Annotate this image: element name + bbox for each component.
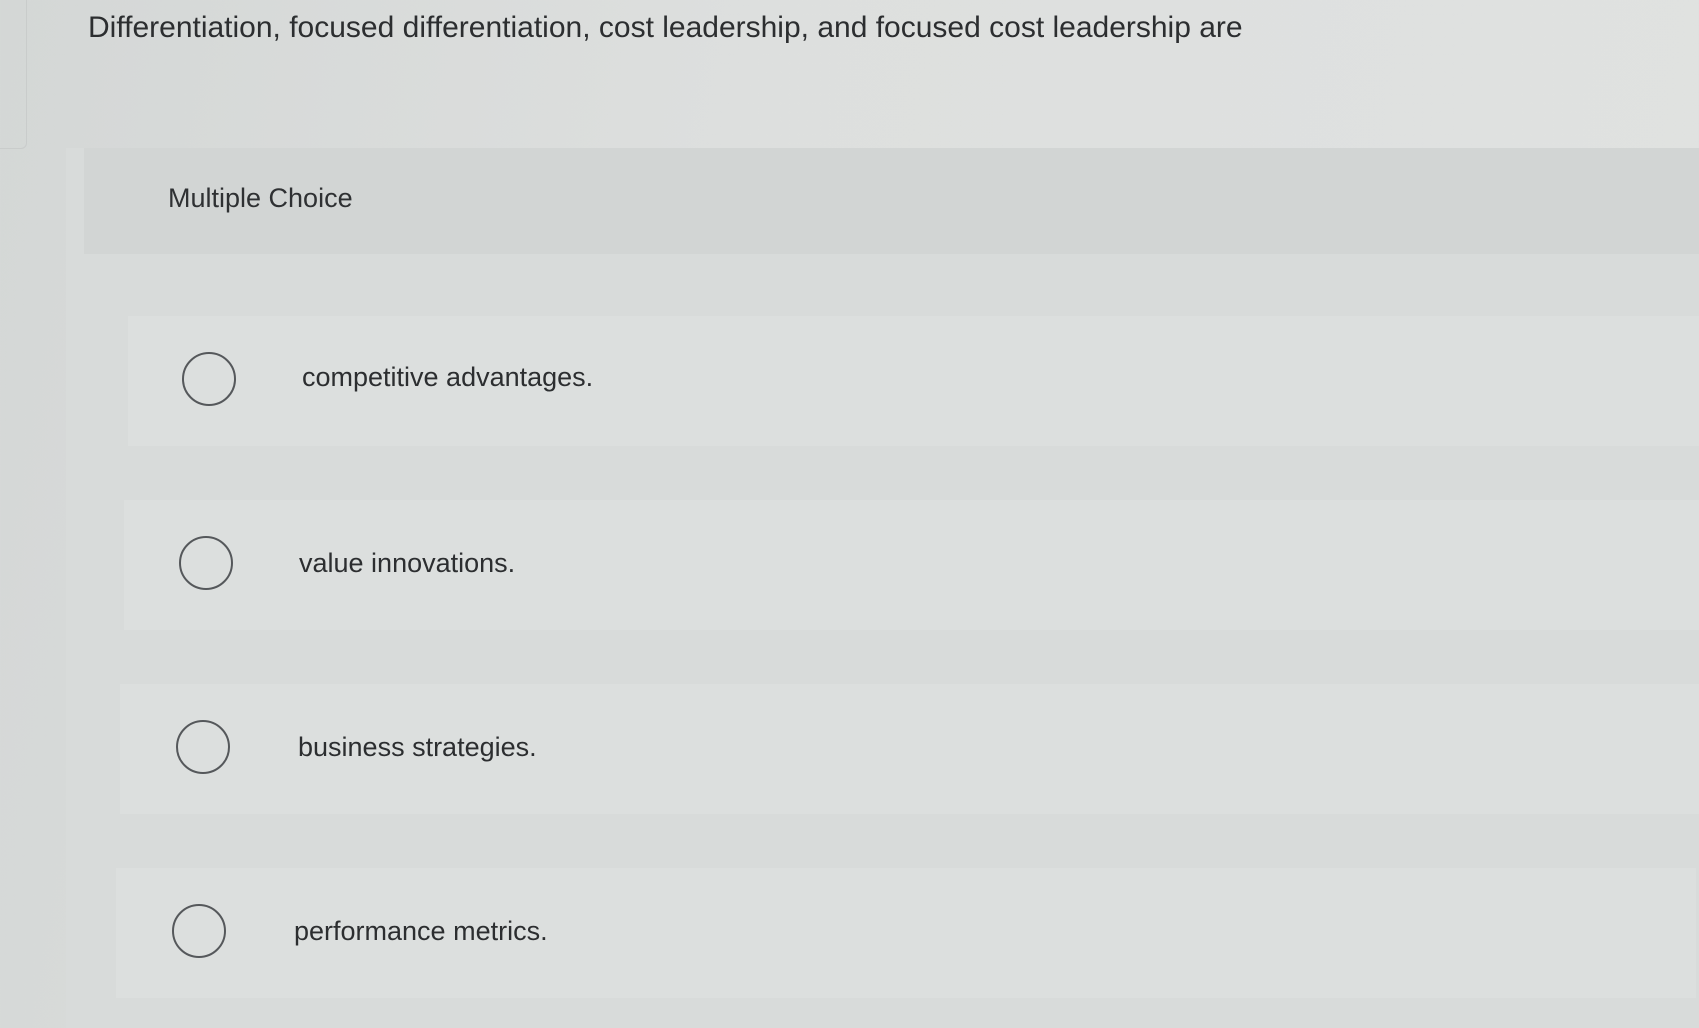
radio-button-icon[interactable] [179,536,233,590]
answer-option-4[interactable]: performance metrics. [116,868,1696,998]
answer-option-1[interactable]: competitive advantages. [128,316,1699,446]
answer-option-label: business strategies. [298,732,537,762]
answer-option-label: performance metrics. [294,916,548,946]
radio-button-icon[interactable] [172,904,226,958]
radio-button-icon[interactable] [182,352,236,406]
question-prompt: Differentiation, focused differentiation… [88,11,1243,44]
left-edge-panel [0,0,27,149]
answer-option-label: value innovations. [299,548,516,578]
radio-button-icon[interactable] [176,720,230,774]
answer-option-3[interactable]: business strategies. [120,684,1699,814]
question-type-label: Multiple Choice [168,183,353,213]
answer-option-label: competitive advantages. [302,362,594,392]
answer-option-2[interactable]: value innovations. [124,500,1699,630]
